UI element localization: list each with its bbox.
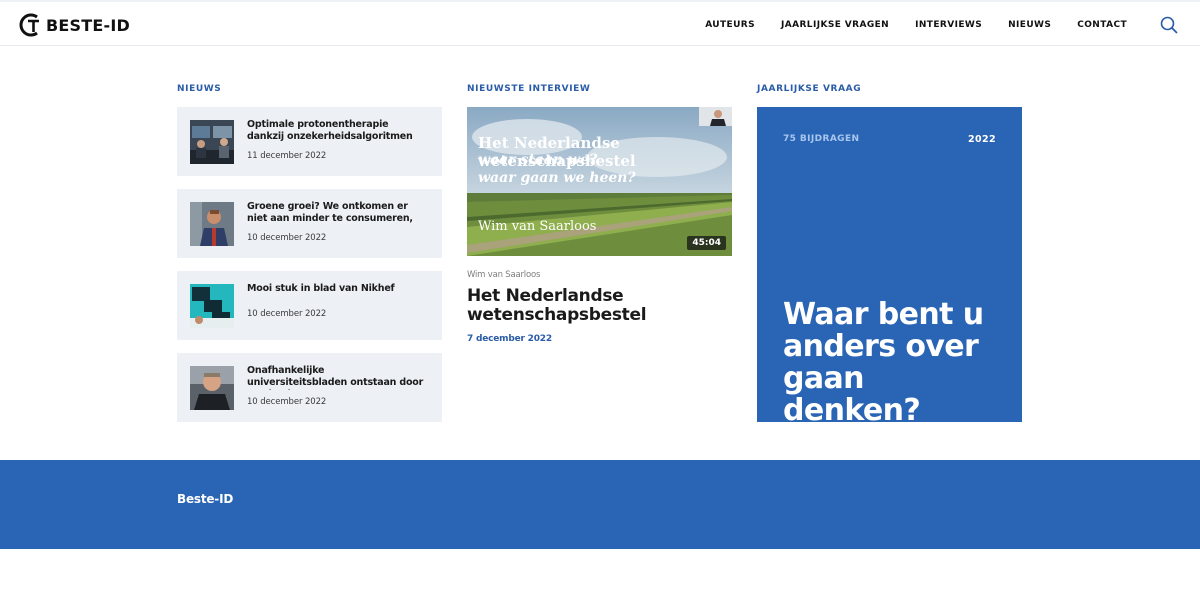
site-header: BESTE-ID AUTEURS JAARLIJKSE VRAGEN INTER… <box>0 0 1200 46</box>
main-nav: AUTEURS JAARLIJKSE VRAGEN INTERVIEWS NIE… <box>679 20 1127 30</box>
contributions-count: 75 BIJDRAGEN <box>783 134 860 144</box>
interview-section-title: NIEUWSTE INTERVIEW <box>467 84 591 94</box>
site-logo[interactable]: BESTE-ID <box>19 11 130 39</box>
news-date: 10 december 2022 <box>247 309 327 319</box>
nav-item-contact[interactable]: CONTACT <box>1077 20 1127 30</box>
video-subtitle-line: waar staan we? <box>478 152 598 168</box>
interview-title[interactable]: Het Nederlandse wetenschapsbestel <box>467 287 732 325</box>
news-title[interactable]: Mooi stuk in blad van Nikhef <box>247 283 427 295</box>
news-thumbnail <box>190 202 234 246</box>
annual-question-section-title: JAARLIJKSE VRAAG <box>757 84 862 94</box>
speaker-inset <box>699 107 732 126</box>
search-icon[interactable] <box>1160 16 1178 34</box>
question-year: 2022 <box>967 134 996 145</box>
news-title[interactable]: Groene groei? We ontkomen er niet aan mi… <box>247 201 427 226</box>
nav-item-jaarlijkse-vragen[interactable]: JAARLIJKSE VRAGEN <box>781 20 889 30</box>
news-date: 10 december 2022 <box>247 233 327 243</box>
news-title[interactable]: Onafhankelijke universiteitsbladen ontst… <box>247 365 427 390</box>
video-speaker-name: Wim van Saarloos <box>478 219 597 234</box>
news-date: 10 december 2022 <box>247 397 327 407</box>
news-thumbnail <box>190 284 234 328</box>
footer-brand[interactable]: Beste-ID <box>177 492 233 506</box>
news-thumbnail <box>190 366 234 410</box>
news-section-title: NIEUWS <box>177 84 222 94</box>
annual-question-card[interactable]: 75 BIJDRAGEN 2022 Waar bent u anders ove… <box>757 107 1022 427</box>
news-item[interactable]: Mooi stuk in blad van Nikhef 10 december… <box>177 271 442 340</box>
news-item[interactable]: Onafhankelijke universiteitsbladen ontst… <box>177 353 442 422</box>
logo-text: BESTE-ID <box>46 15 130 35</box>
video-subtitle-line: waar gaan we heen? <box>478 170 636 186</box>
nav-item-nieuws[interactable]: NIEUWS <box>1008 20 1051 30</box>
interview-date: 7 december 2022 <box>467 334 552 344</box>
news-title[interactable]: Optimale protonentherapie dankzij onzeke… <box>247 119 427 143</box>
video-duration-badge: 45:04 <box>687 236 726 250</box>
logo-mark-icon <box>19 13 39 37</box>
interview-video-thumbnail[interactable]: Het Nederlandse wetenschapsbestel waar s… <box>467 107 732 256</box>
site-footer: Beste-ID <box>0 460 1200 549</box>
news-thumbnail <box>190 120 234 164</box>
news-item[interactable]: Optimale protonentherapie dankzij onzeke… <box>177 107 442 176</box>
interview-author[interactable]: Wim van Saarloos <box>467 270 540 280</box>
nav-item-interviews[interactable]: INTERVIEWS <box>915 20 982 30</box>
annual-question-text[interactable]: Waar bent u anders over gaan denken? <box>783 299 1003 427</box>
news-date: 11 december 2022 <box>247 151 327 161</box>
nav-item-auteurs[interactable]: AUTEURS <box>705 20 755 30</box>
news-item[interactable]: Groene groei? We ontkomen er niet aan mi… <box>177 189 442 258</box>
